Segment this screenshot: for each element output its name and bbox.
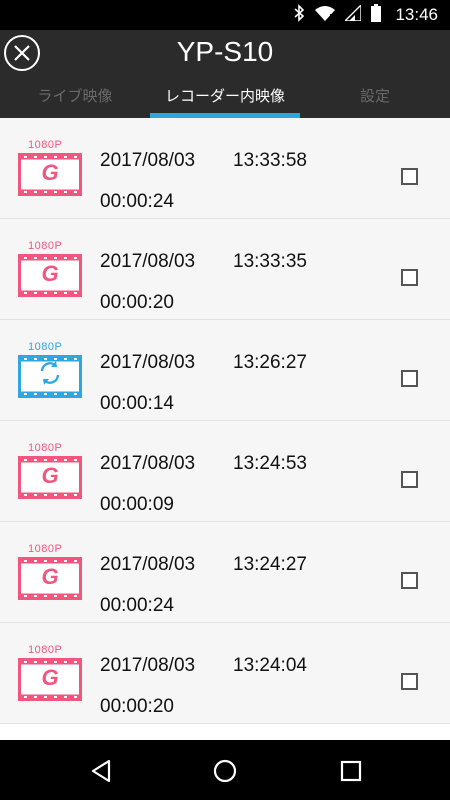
g-sensor-video-icon: 1080P G (18, 139, 82, 199)
recording-duration: 00:00:20 (100, 292, 174, 313)
resolution-label: 1080P (28, 442, 63, 454)
tab-live-video[interactable]: ライブ映像 (0, 86, 150, 118)
recording-date: 2017/08/03 (100, 453, 196, 474)
resolution-label: 1080P (28, 543, 63, 555)
recording-duration: 00:00:24 (100, 595, 174, 616)
svg-text:G: G (41, 564, 58, 589)
g-sensor-video-icon: 1080P G (18, 240, 82, 300)
status-icons: 13:46 (293, 0, 438, 30)
g-sensor-video-icon: 1080P G (18, 442, 82, 502)
recording-time: 13:24:53 (233, 453, 307, 474)
recording-duration: 00:00:20 (100, 696, 174, 717)
recording-date: 2017/08/03 (100, 251, 196, 272)
svg-text:G: G (41, 261, 58, 286)
resolution-label: 1080P (28, 240, 63, 252)
recording-time: 13:24:27 (233, 554, 307, 575)
resolution-label: 1080P (28, 341, 63, 353)
home-icon (213, 759, 237, 783)
recording-duration: 00:00:09 (100, 494, 174, 515)
recording-time: 13:26:27 (233, 352, 307, 373)
bluetooth-icon (293, 3, 305, 27)
signal-icon (343, 2, 363, 26)
recording-time: 13:24:04 (233, 655, 307, 676)
select-checkbox[interactable] (401, 168, 418, 185)
loop-recording-video-icon: 1080P (18, 341, 82, 401)
status-time: 13:46 (395, 5, 438, 24)
recording-date: 2017/08/03 (100, 352, 196, 373)
recording-row[interactable]: 1080P G 2017/08/03 13:24:53 00:00:09 (0, 421, 450, 522)
recording-row[interactable]: 1080P 2017/08/03 13:26:27 00:00:14 (0, 320, 450, 421)
tab-bar: ライブ映像 レコーダー内映像 設定 (0, 86, 450, 118)
recording-time: 13:33:35 (233, 251, 307, 272)
g-sensor-video-icon: 1080P G (18, 644, 82, 704)
recording-list[interactable]: 1080P G 2017/08/03 13:33:58 00:00:24 108… (0, 118, 450, 740)
recording-row[interactable]: 1080P G 2017/08/03 13:33:58 00:00:24 (0, 118, 450, 219)
select-checkbox[interactable] (401, 471, 418, 488)
recording-date: 2017/08/03 (100, 554, 196, 575)
tab-settings[interactable]: 設定 (300, 86, 450, 118)
svg-text:G: G (41, 160, 58, 185)
resolution-label: 1080P (28, 139, 63, 151)
svg-text:G: G (41, 665, 58, 690)
select-checkbox[interactable] (401, 370, 418, 387)
recording-duration: 00:00:14 (100, 393, 174, 414)
recents-icon (340, 760, 362, 782)
app-title: YP-S10 (176, 36, 274, 67)
recording-row[interactable]: 1080P G 2017/08/03 13:33:35 00:00:20 (0, 219, 450, 320)
back-button[interactable] (88, 758, 114, 784)
recording-date: 2017/08/03 (100, 655, 196, 676)
resolution-label: 1080P (28, 644, 63, 656)
g-sensor-video-icon: 1080P G (18, 543, 82, 603)
recording-row[interactable]: 1080P G 2017/08/03 13:24:04 00:00:20 (0, 623, 450, 724)
battery-icon (371, 3, 382, 27)
select-checkbox[interactable] (401, 673, 418, 690)
recording-date: 2017/08/03 (100, 150, 196, 171)
app-header: YP-S10 ライブ映像 レコーダー内映像 設定 (0, 30, 450, 118)
recents-button[interactable] (338, 758, 364, 784)
recording-duration: 00:00:24 (100, 191, 174, 212)
select-checkbox[interactable] (401, 572, 418, 589)
status-bar: 13:46 (0, 0, 450, 30)
back-icon (91, 759, 111, 783)
recording-row[interactable]: 1080P G 2017/08/03 13:24:27 00:00:24 (0, 522, 450, 623)
svg-text:G: G (41, 463, 58, 488)
home-button[interactable] (212, 758, 238, 784)
navigation-bar (0, 740, 450, 800)
wifi-icon (315, 5, 336, 26)
recording-time: 13:33:58 (233, 150, 307, 171)
select-checkbox[interactable] (401, 269, 418, 286)
